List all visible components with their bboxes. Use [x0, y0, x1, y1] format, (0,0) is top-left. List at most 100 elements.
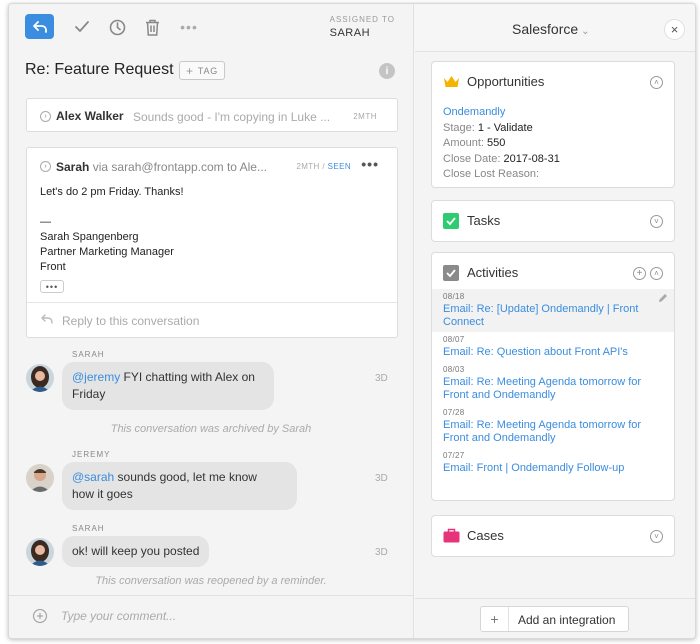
- activity-date: 08/07: [443, 335, 465, 344]
- opportunity-details: Ondemandly Stage: 1 - Validate Amount: 5…: [443, 105, 560, 183]
- comment-time: 3D: [375, 547, 388, 558]
- comment-text: how it goes: [72, 487, 133, 501]
- comment-input[interactable]: Type your comment...: [61, 609, 176, 623]
- info-icon[interactable]: i: [379, 63, 395, 79]
- body-line: [40, 200, 184, 215]
- toolbar: ••• ASSIGNED TO SARAH: [9, 4, 413, 50]
- activity-title: Email: Re: [Update] Ondemandly | Front: [443, 303, 639, 315]
- opportunities-card: Opportunities ˄ Ondemandly Stage: 1 - Va…: [431, 61, 675, 188]
- comment-bubble: @jeremy FYI chatting with Alex on Friday: [62, 362, 274, 410]
- system-note: This conversation was archived by Sarah: [110, 423, 312, 435]
- activity-date: 07/28: [443, 408, 465, 417]
- activity-date: 08/18: [443, 292, 465, 301]
- show-quoted-button[interactable]: •••: [40, 280, 64, 293]
- conversation-subject: Re: Feature Request: [25, 61, 174, 78]
- cases-card: Cases ˅: [431, 515, 675, 557]
- checkbox-icon: [443, 213, 459, 229]
- activity-title: Connect: [443, 316, 484, 328]
- activity-item[interactable]: 08/03 Email: Re: Meeting Agenda tomorrow…: [432, 362, 674, 405]
- plus-icon: +: [481, 607, 509, 631]
- comment-text: FYI chatting with Alex on: [120, 370, 255, 384]
- trash-icon: [145, 19, 159, 36]
- snooze-button[interactable]: [107, 17, 127, 37]
- chevron-right-icon[interactable]: ›: [40, 161, 51, 172]
- comment-author: SARAH: [72, 350, 105, 359]
- tasks-card: Tasks ˅: [431, 200, 675, 242]
- card-title: Opportunities: [467, 74, 545, 89]
- card-title: Cases: [467, 528, 504, 543]
- assignee[interactable]: ASSIGNED TO SARAH: [330, 15, 395, 39]
- assignee-name: SARAH: [329, 27, 371, 39]
- integration-selector[interactable]: Salesforce ⌄: [512, 21, 590, 37]
- reply-box[interactable]: Reply to this conversation: [27, 302, 397, 337]
- opportunities-header[interactable]: Opportunities ˄: [432, 62, 674, 102]
- add-activity-icon[interactable]: +: [633, 267, 646, 280]
- message-more-button[interactable]: •••: [361, 156, 379, 172]
- chevron-up-icon[interactable]: ˄: [650, 76, 663, 89]
- body-line: Partner Marketing Manager: [40, 246, 174, 258]
- activities-header[interactable]: Activities + ˄: [432, 253, 674, 293]
- add-tag-button[interactable]: + TAG: [179, 61, 226, 80]
- avatar-sarah: [26, 538, 54, 566]
- add-integration-label: Add an integration: [518, 613, 616, 627]
- comment-time: 3D: [375, 373, 388, 384]
- close-icon: ×: [670, 22, 679, 37]
- ellipsis-icon: •••: [361, 156, 379, 172]
- back-button[interactable]: [25, 14, 54, 39]
- card-title: Tasks: [467, 213, 501, 228]
- pencil-icon[interactable]: [658, 292, 668, 302]
- comment-author: SARAH: [72, 524, 105, 533]
- activity-title: Email: Re: Question about Front API's: [443, 346, 628, 358]
- comment-text: sounds good, let me know: [114, 470, 257, 484]
- delete-button[interactable]: [142, 17, 162, 37]
- message-sender: Sarah: [56, 160, 90, 174]
- activities-card: Activities + ˄ 08/18 Email: Re: [Update]…: [431, 252, 675, 501]
- activity-title: Email: Re: Meeting Agenda tomorrow for: [443, 419, 642, 431]
- field-value: 2017-08-31: [503, 152, 560, 165]
- comment-add-icon[interactable]: [32, 608, 48, 624]
- tasks-header[interactable]: Tasks ˅: [432, 201, 674, 241]
- comment-text: ok! will keep you posted: [72, 544, 200, 558]
- body-line: Let's do 2 pm Friday. Thanks!: [40, 186, 184, 198]
- message-via: via: [92, 160, 109, 174]
- activity-item[interactable]: 08/07 Email: Re: Question about Front AP…: [432, 332, 674, 362]
- card-title: Activities: [467, 265, 519, 280]
- archive-check-button[interactable]: [72, 17, 92, 37]
- message-recipients: sarah@frontapp.com to Ale...: [111, 160, 267, 174]
- app-window: ••• ASSIGNED TO SARAH Re: Feature Reques…: [8, 3, 696, 639]
- chevron-down-icon[interactable]: ˅: [650, 215, 663, 228]
- close-button[interactable]: ×: [664, 19, 685, 40]
- opportunity-link[interactable]: Ondemandly: [443, 105, 560, 121]
- mention[interactable]: @sarah: [72, 470, 114, 484]
- activity-item[interactable]: 07/28 Email: Re: Meeting Agenda tomorrow…: [432, 405, 674, 448]
- system-note: This conversation was reopened by a remi…: [95, 575, 327, 587]
- field-value: 550: [487, 137, 506, 149]
- comment-composer: Type your comment...: [9, 595, 413, 638]
- chevron-up-icon[interactable]: ˄: [650, 267, 663, 280]
- more-options-button[interactable]: •••: [179, 17, 199, 37]
- avatar-sarah: [26, 364, 54, 392]
- message-collapsed[interactable]: › Alex Walker Sounds good - I'm copying …: [26, 98, 398, 132]
- reply-placeholder: Reply to this conversation: [62, 314, 200, 328]
- message-expanded: › Sarah via sarah@frontapp.com to Ale...…: [26, 147, 398, 338]
- comment-text: Friday: [72, 387, 106, 401]
- activity-item[interactable]: 08/18 Email: Re: [Update] Ondemandly | F…: [432, 289, 674, 332]
- reply-icon: [41, 313, 53, 327]
- cases-header[interactable]: Cases ˅: [432, 516, 674, 556]
- chevron-down-icon[interactable]: ˅: [650, 530, 663, 543]
- plus-icon: +: [186, 63, 194, 78]
- activity-item[interactable]: 07/27 Email: Front | Ondemandly Follow-u…: [432, 448, 674, 478]
- mention[interactable]: @jeremy: [72, 370, 120, 384]
- body-line: Sarah Spangenberg: [40, 231, 139, 243]
- field-label: Stage:: [443, 121, 475, 134]
- add-integration-button[interactable]: + Add an integration: [480, 606, 629, 632]
- comment-time: 3D: [375, 473, 388, 484]
- message-snippet: Sounds good - I'm copying in Luke ...: [133, 110, 331, 124]
- sidebar-header: Salesforce ⌄ ×: [415, 4, 695, 52]
- reply-arrow-icon: [32, 20, 47, 33]
- assigned-label: ASSIGNED TO: [329, 15, 395, 24]
- message-header[interactable]: Sarah via sarah@frontapp.com to Ale...: [56, 160, 267, 174]
- activity-date: 07/27: [443, 451, 465, 460]
- chevron-down-icon: ⌄: [581, 26, 590, 37]
- comment-author: JEREMY: [72, 450, 111, 459]
